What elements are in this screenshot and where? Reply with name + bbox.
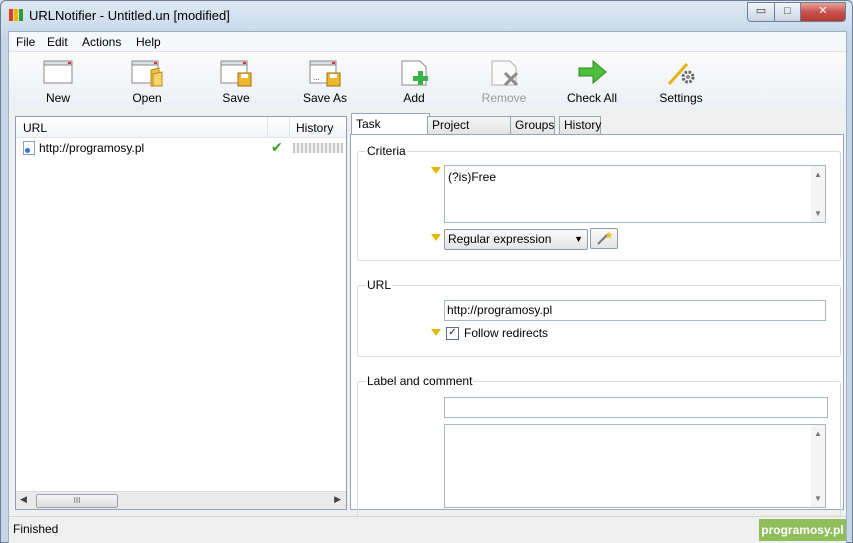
required-marker-icon	[431, 234, 441, 241]
remove-button[interactable]: Remove	[469, 58, 539, 105]
criteria-title: Criteria	[366, 144, 407, 158]
settings-icon	[667, 62, 695, 86]
scroll-thumb[interactable]: III	[36, 494, 118, 508]
menu-file[interactable]: File	[16, 35, 35, 49]
open-button[interactable]: Open	[112, 58, 182, 105]
scroll-left-icon[interactable]: ◀	[20, 494, 27, 505]
web-page-icon	[23, 141, 35, 155]
save-as-icon: ...	[309, 60, 341, 87]
add-button[interactable]: Add	[379, 58, 449, 105]
minimize-button[interactable]: ▭	[747, 2, 775, 22]
history-bar	[293, 143, 343, 153]
wizard-button[interactable]	[590, 228, 618, 249]
save-button[interactable]: Save	[201, 58, 271, 105]
column-url[interactable]: URL	[23, 121, 47, 135]
remove-document-icon	[491, 60, 519, 87]
required-marker-icon	[431, 329, 441, 336]
scroll-down-icon[interactable]: ▼	[814, 209, 822, 218]
toolbar: New Open Save ... Save As Add Remove Che…	[9, 52, 846, 110]
close-button[interactable]: ✕	[801, 2, 846, 22]
column-history[interactable]: History	[296, 121, 333, 135]
check-all-button[interactable]: Check All	[557, 58, 627, 105]
save-as-button[interactable]: ... Save As	[290, 58, 360, 105]
tab-groups[interactable]: Groups	[510, 116, 555, 135]
status-text: Finished	[13, 522, 59, 536]
vertical-scrollbar[interactable]: ▲ ▼	[811, 166, 825, 222]
task-settings-page: Criteria (?is)Free ▲ ▼ Regular expressio…	[350, 134, 844, 523]
open-folder-icon	[131, 60, 163, 87]
url-group: URL http://programosy.pl ✓ Follow redire…	[357, 278, 841, 357]
list-header: URL History	[16, 117, 346, 138]
maximize-button[interactable]: □	[775, 2, 801, 22]
settings-button[interactable]: Settings	[646, 58, 716, 105]
scroll-up-icon[interactable]: ▲	[814, 429, 822, 438]
menu-actions[interactable]: Actions	[82, 35, 121, 49]
criteria-expression-field[interactable]: (?is)Free ▲ ▼	[444, 165, 826, 223]
menu-help[interactable]: Help	[136, 35, 161, 49]
scroll-down-icon[interactable]: ▼	[814, 494, 822, 503]
chevron-down-icon: ▼	[574, 234, 583, 244]
scroll-right-icon[interactable]: ▶	[334, 494, 341, 505]
tab-history[interactable]: History	[559, 116, 601, 135]
criteria-group: Criteria (?is)Free ▲ ▼ Regular expressio…	[357, 144, 841, 261]
url-field[interactable]: http://programosy.pl	[444, 300, 826, 321]
new-document-icon	[43, 60, 73, 84]
criteria-expression-text: (?is)Free	[448, 170, 497, 184]
save-icon	[220, 60, 252, 87]
green-arrow-icon	[578, 59, 607, 85]
menu-edit[interactable]: Edit	[47, 35, 68, 49]
new-button[interactable]: New	[23, 58, 93, 105]
label-comment-group: Label and comment ▲ ▼	[357, 374, 841, 523]
column-divider	[289, 117, 290, 137]
tab-project-settings[interactable]: Project settings	[427, 116, 511, 149]
magic-wand-icon	[597, 231, 613, 245]
horizontal-scrollbar[interactable]: ◀ III ▶	[16, 491, 346, 509]
svg-text:...: ...	[313, 73, 320, 82]
window-title: URLNotifier - Untitled.un [modified]	[29, 8, 230, 23]
add-document-icon	[401, 60, 428, 86]
watermark-logo: programosy.pl	[759, 519, 846, 541]
title-bar: URLNotifier - Untitled.un [modified] ▭ □…	[1, 1, 852, 29]
scroll-up-icon[interactable]: ▲	[814, 170, 822, 179]
tab-task-settings[interactable]: Task settings	[351, 113, 430, 151]
list-item-url: http://programosy.pl	[39, 141, 145, 155]
column-divider	[267, 117, 268, 137]
app-logo-icon	[9, 9, 23, 21]
label-comment-title: Label and comment	[366, 374, 474, 388]
match-mode-value: Regular expression	[448, 232, 552, 246]
url-group-title: URL	[366, 278, 393, 292]
app-window: URLNotifier - Untitled.un [modified] ▭ □…	[0, 0, 853, 543]
label-field[interactable]	[444, 397, 828, 418]
status-bar: Finished programosy.pl	[9, 516, 846, 543]
check-icon: ✔	[271, 139, 283, 155]
client-area: File Edit Actions Help New Open Save ...…	[8, 31, 847, 543]
url-list[interactable]: URL History http://programosy.pl ✔ ◀ III…	[15, 116, 347, 510]
comment-field[interactable]: ▲ ▼	[444, 424, 826, 508]
vertical-scrollbar[interactable]: ▲ ▼	[811, 425, 825, 507]
match-mode-select[interactable]: Regular expression ▼	[444, 229, 588, 250]
follow-redirects-label: Follow redirects	[464, 326, 549, 340]
required-marker-icon	[431, 167, 441, 174]
menu-bar: File Edit Actions Help	[9, 32, 846, 52]
list-item[interactable]: http://programosy.pl ✔	[16, 139, 346, 157]
follow-redirects-checkbox[interactable]: ✓	[446, 327, 459, 340]
